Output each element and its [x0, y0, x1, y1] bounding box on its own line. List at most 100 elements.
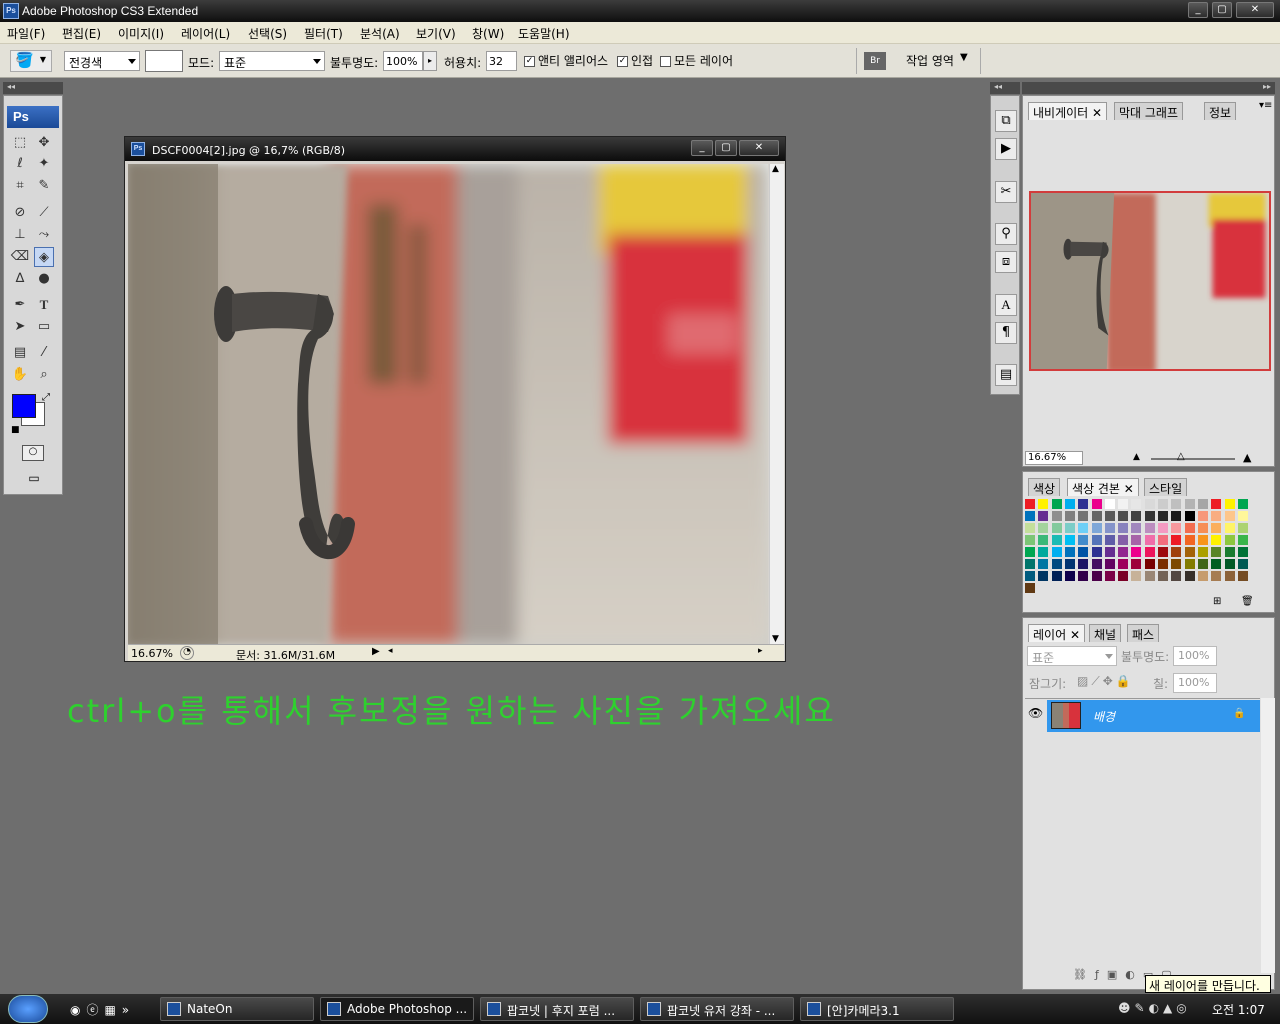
color-swatch[interactable] [1131, 523, 1142, 533]
color-swatch[interactable] [1158, 499, 1168, 509]
color-swatch[interactable] [1197, 523, 1208, 533]
bridge-icon[interactable]: Br [864, 52, 886, 70]
status-menu-arrow-icon[interactable]: ▶ [372, 646, 380, 657]
color-swatch[interactable] [1131, 571, 1142, 581]
doc-minimize-button[interactable]: _ [691, 140, 713, 156]
color-swatch[interactable] [1237, 535, 1248, 545]
color-swatch[interactable] [1131, 559, 1142, 569]
color-swatch[interactable] [1038, 559, 1049, 569]
color-swatch[interactable] [1051, 535, 1062, 545]
color-swatch[interactable] [1184, 535, 1195, 545]
color-swatch[interactable] [1224, 559, 1235, 569]
color-swatch[interactable] [1224, 571, 1235, 581]
color-swatch[interactable] [1064, 523, 1075, 533]
color-swatch[interactable] [1184, 559, 1195, 569]
color-swatch[interactable] [1171, 535, 1182, 545]
color-swatch[interactable] [1104, 535, 1115, 545]
color-swatch[interactable] [1197, 559, 1208, 569]
color-swatch[interactable] [1144, 511, 1155, 521]
menu-edit[interactable]: 편집(E) [62, 25, 101, 42]
color-swatch[interactable] [1158, 547, 1168, 557]
color-swatch[interactable] [1171, 523, 1182, 533]
color-swatch[interactable] [1051, 547, 1062, 557]
color-swatch[interactable] [1197, 547, 1208, 557]
color-swatch[interactable] [1091, 499, 1102, 509]
layer-comps-icon[interactable]: ▤ [995, 364, 1017, 386]
tab-histogram[interactable]: 막대 그래프 [1114, 102, 1184, 120]
healing-brush-icon[interactable]: ⊘ [10, 203, 30, 223]
brush-tool-icon[interactable]: ⟋ [34, 203, 54, 223]
color-swatch[interactable] [1131, 499, 1142, 509]
color-swatch[interactable] [1184, 571, 1195, 581]
opacity-input[interactable]: 100% [383, 51, 423, 71]
document-canvas-photo[interactable] [128, 164, 768, 644]
color-swatch[interactable] [1197, 511, 1208, 521]
menu-view[interactable]: 보기(V) [416, 25, 456, 42]
tool-presets-icon[interactable]: ✂ [995, 181, 1017, 203]
color-swatch[interactable] [1144, 547, 1155, 557]
tab-channels[interactable]: 채널 [1089, 624, 1122, 642]
color-swatch[interactable] [1051, 559, 1062, 569]
color-swatch[interactable] [1131, 547, 1142, 557]
color-swatch[interactable] [1051, 499, 1062, 509]
scroll-right-icon[interactable]: ▸ [758, 646, 763, 656]
menu-filter[interactable]: 필터(T) [304, 25, 343, 42]
notes-tool-icon[interactable]: ▤ [10, 343, 30, 363]
layers-scrollbar[interactable] [1261, 698, 1275, 973]
chevron-down-icon[interactable]: ▼ [960, 52, 968, 63]
zoom-slider-track[interactable] [1151, 458, 1235, 460]
lasso-tool-icon[interactable]: ℓ [10, 154, 30, 174]
tab-info[interactable]: 정보 [1204, 102, 1237, 120]
document-vertical-scrollbar[interactable]: ▲ ▼ [769, 164, 784, 644]
color-swatch[interactable] [1064, 547, 1075, 557]
color-swatch[interactable] [1197, 571, 1208, 581]
color-swatch[interactable] [1078, 535, 1089, 545]
marquee-tool-icon[interactable]: ⬚ [10, 133, 30, 153]
color-swatch[interactable] [1224, 499, 1235, 509]
menu-analysis[interactable]: 분석(A) [360, 25, 400, 42]
panel-menu-icon[interactable]: ▾≡ [1259, 100, 1272, 111]
color-swatch[interactable] [1131, 511, 1142, 521]
delete-swatch-icon[interactable]: 🗑 [1241, 596, 1254, 607]
taskbar-item-popco-forum[interactable]: 팝코넷 | 후지 포럼 ... [480, 997, 634, 1021]
history-panel-icon[interactable]: ⧉ [995, 110, 1017, 132]
color-swatch[interactable] [1211, 499, 1222, 509]
color-swatch[interactable] [1171, 547, 1182, 557]
eyedropper-icon[interactable]: ⁄ [34, 343, 54, 363]
menu-select[interactable]: 선택(S) [248, 25, 287, 42]
document-zoom[interactable]: 16.67% [131, 647, 173, 660]
lock-icons[interactable]: ▨⟋✥🔒 [1077, 674, 1134, 689]
color-swatch[interactable] [1118, 523, 1129, 533]
color-swatch[interactable] [1118, 559, 1129, 569]
color-swatch[interactable] [1104, 547, 1115, 557]
layer-opacity-input[interactable]: 100% [1173, 646, 1217, 666]
doc-maximize-button[interactable]: ▢ [715, 140, 737, 156]
workspace-menu[interactable]: 작업 영역 [906, 52, 954, 69]
taskbar-item-camera[interactable]: [안]카메라3.1 [800, 997, 954, 1021]
default-colors-icon[interactable]: ■ [11, 425, 20, 435]
system-tray-icons[interactable]: ☻✎◐▲◎ [1118, 1001, 1191, 1015]
tolerance-input[interactable]: 32 [486, 51, 517, 71]
crop-tool-icon[interactable]: ⌗ [10, 176, 30, 196]
color-swatch[interactable] [1078, 523, 1089, 533]
color-swatch[interactable] [1025, 547, 1035, 557]
color-swatch[interactable] [1025, 523, 1035, 533]
color-swatch[interactable] [1118, 547, 1129, 557]
color-swatch[interactable] [1118, 511, 1129, 521]
color-swatch[interactable] [1171, 559, 1182, 569]
path-select-icon[interactable]: ➤ [10, 317, 30, 337]
color-swatch[interactable] [1091, 547, 1102, 557]
dock-grip[interactable]: ◂◂ [990, 82, 1020, 94]
start-button[interactable] [8, 995, 48, 1023]
menu-file[interactable]: 파일(F) [7, 25, 45, 42]
antialias-checkbox[interactable]: ✓ [524, 56, 535, 67]
status-info-icon[interactable]: ◔ [180, 646, 194, 660]
color-swatch[interactable] [1051, 523, 1062, 533]
color-swatch[interactable] [1078, 511, 1089, 521]
menu-image[interactable]: 이미지(I) [118, 25, 164, 42]
swap-colors-icon[interactable]: ⤢ [42, 392, 50, 403]
color-swatch[interactable] [1158, 535, 1168, 545]
tab-styles[interactable]: 스타일 [1144, 478, 1188, 496]
type-tool-icon[interactable]: T [34, 295, 54, 315]
color-swatch[interactable] [1184, 511, 1195, 521]
